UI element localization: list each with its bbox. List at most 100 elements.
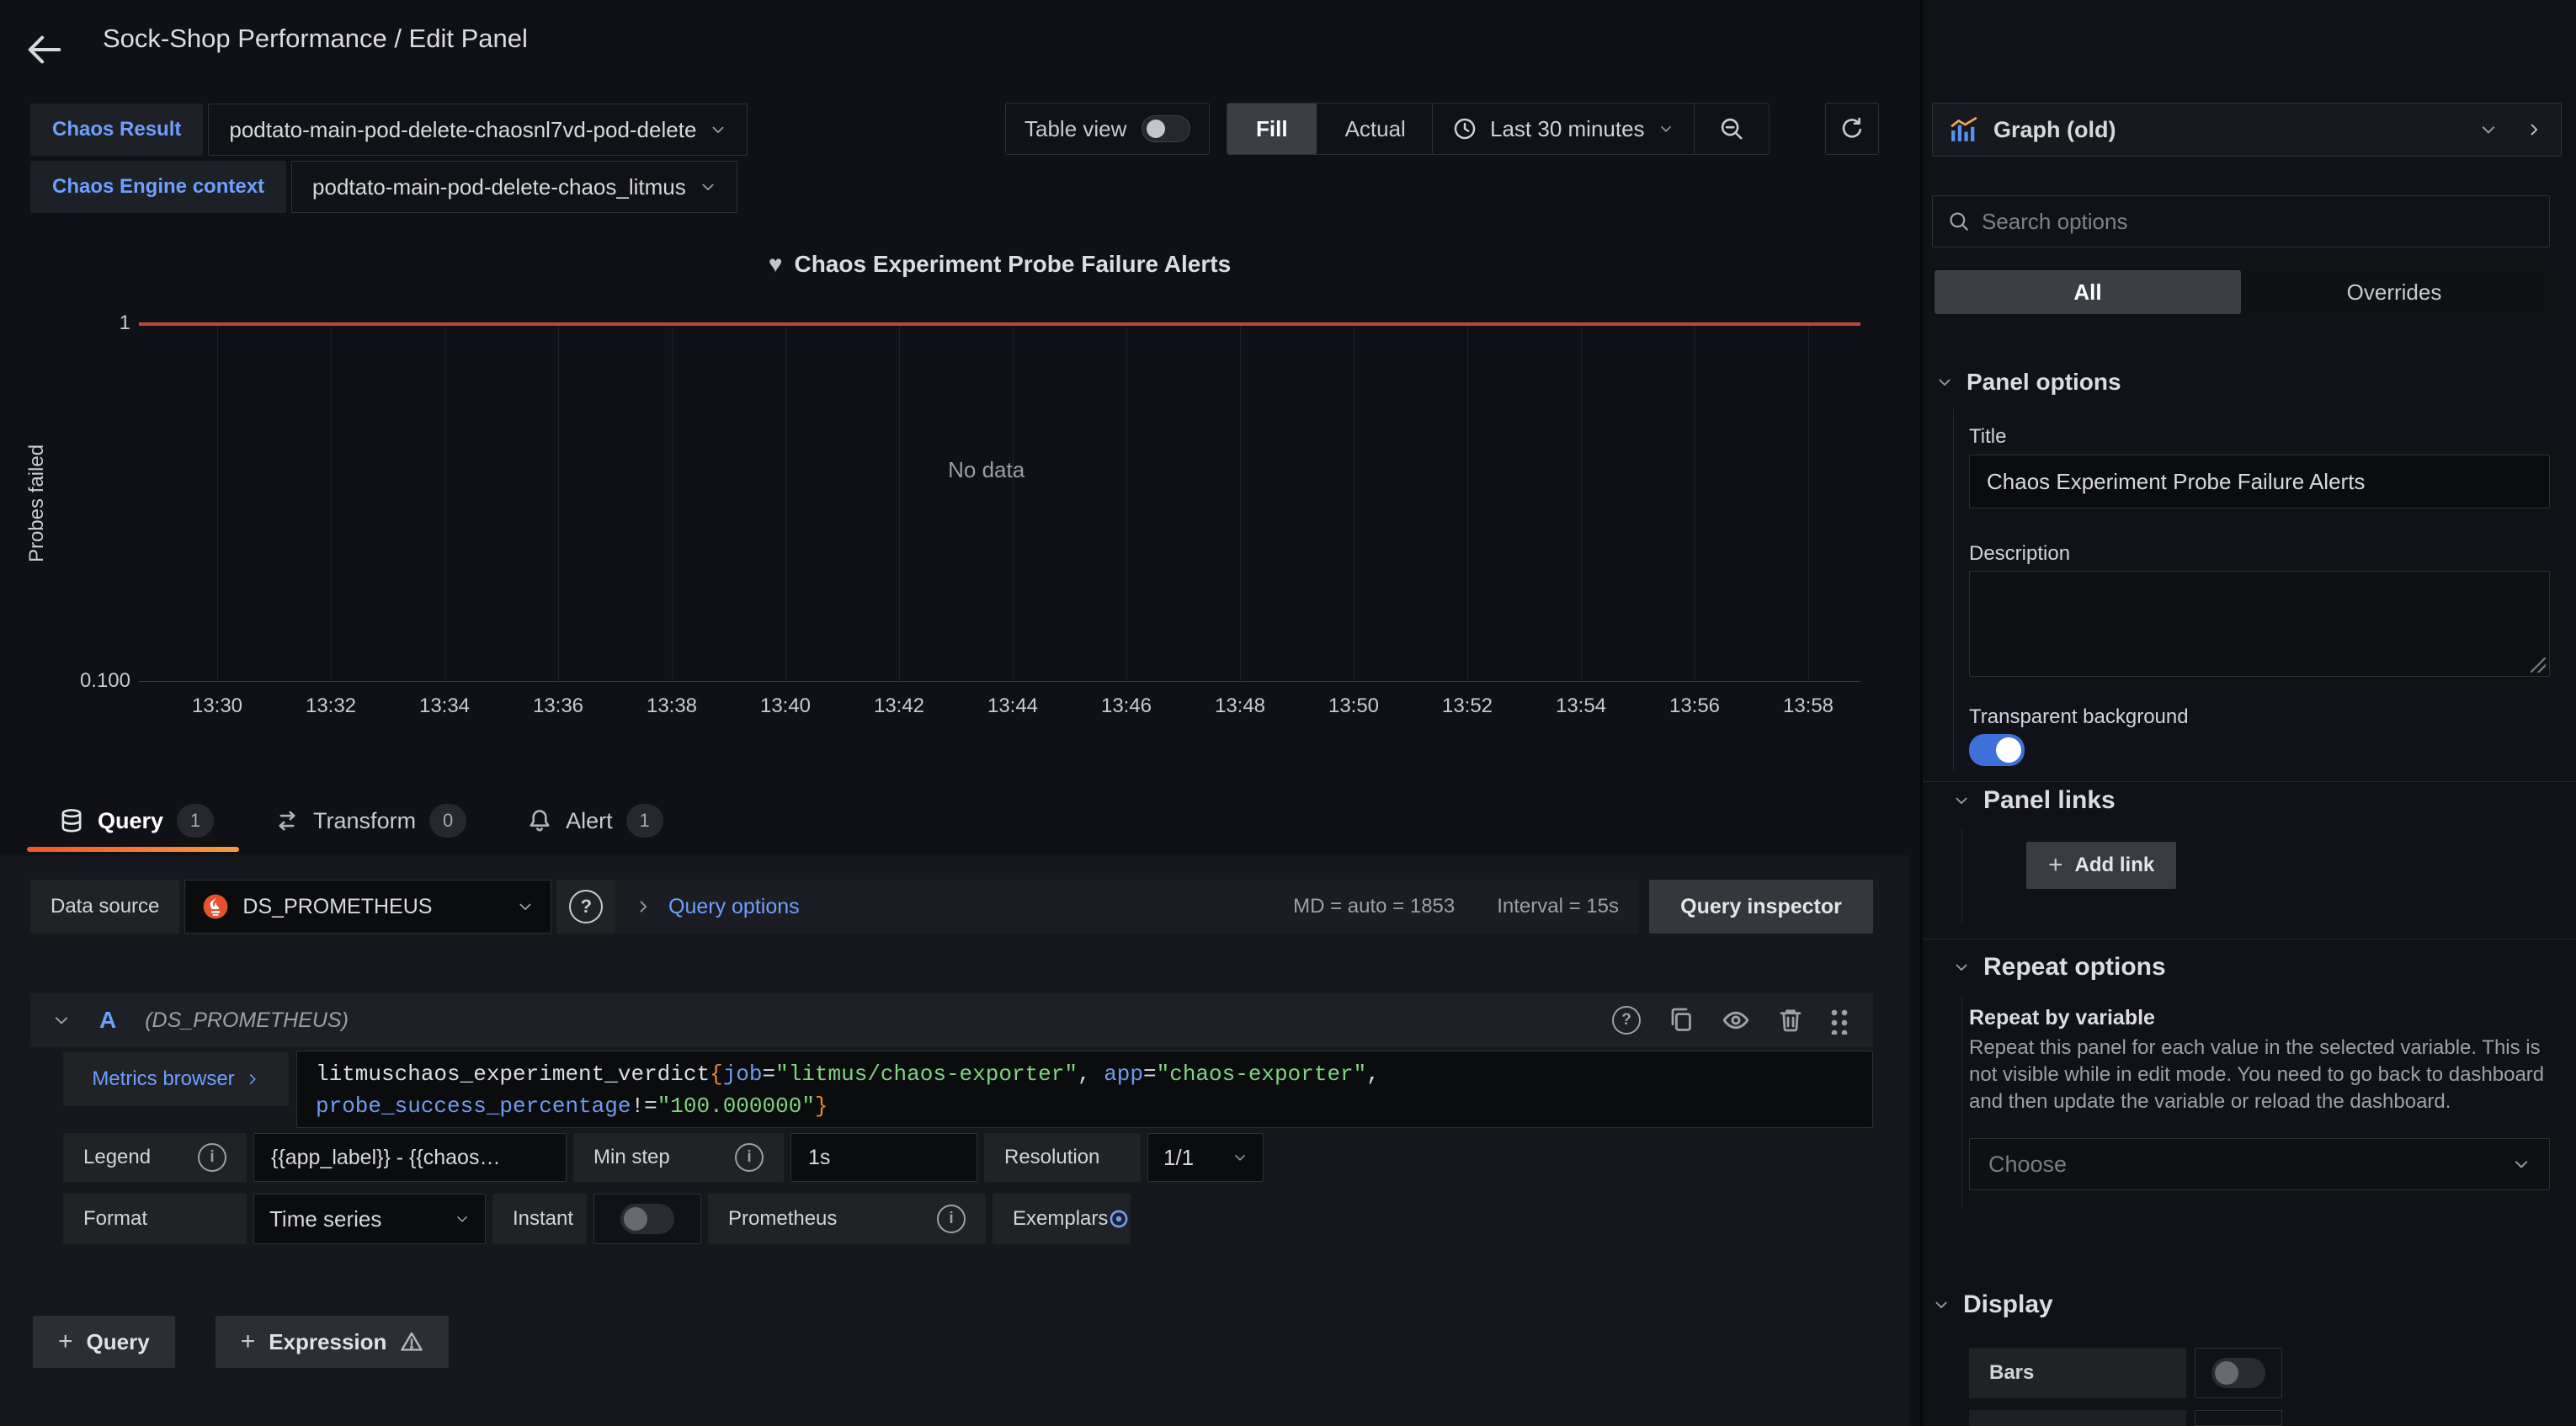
eye-icon[interactable] <box>1722 1006 1750 1035</box>
section-guide <box>1953 409 1954 771</box>
query-row-header[interactable]: A (DS_PROMETHEUS) ? <box>30 993 1873 1047</box>
x-axis-tick: 13:54 <box>1556 694 1606 718</box>
metrics-browser-label: Metrics browser <box>92 1067 234 1091</box>
add-expression-button[interactable]: + Expression <box>216 1316 450 1368</box>
section-heading: Panel links <box>1983 786 2116 815</box>
panel-description-textarea[interactable] <box>1969 571 2550 677</box>
refresh-icon <box>1839 116 1865 141</box>
info-icon: i <box>937 1205 966 1233</box>
chevron-down-icon <box>710 121 726 138</box>
exemplars-label: Exemplars <box>1013 1207 1108 1231</box>
gridline <box>558 326 559 681</box>
variable-value-dropdown[interactable]: podtato-main-pod-delete-chaosnl7vd-pod-d… <box>208 104 748 156</box>
filter-tab-overrides[interactable]: Overrides <box>2241 270 2547 314</box>
search-icon <box>1948 210 1970 232</box>
tab-alert[interactable]: Alert 1 <box>527 795 663 847</box>
expression-line-1: litmuschaos_experiment_verdict{job="litm… <box>316 1058 1854 1090</box>
refresh-button[interactable] <box>1825 103 1879 155</box>
variable-chaos-engine-context: Chaos Engine context podtato-main-pod-de… <box>30 161 737 213</box>
editor-tabs: Query 1 Transform 0 Alert 1 <box>59 795 663 847</box>
datasource-help-button[interactable]: ? <box>556 880 615 934</box>
query-options-link[interactable]: Query options <box>668 895 800 919</box>
add-query-button[interactable]: + Query <box>33 1316 175 1368</box>
chevron-down-icon <box>2512 1155 2531 1173</box>
table-view-toggle[interactable] <box>1142 115 1190 142</box>
panel-options-header[interactable]: Panel options <box>1936 369 2121 396</box>
x-axis-tick: 13:56 <box>1669 694 1720 718</box>
max-data-points: MD = auto = 1853 <box>1293 895 1455 918</box>
datasource-label: Data source <box>30 880 179 934</box>
resolution-label-box: Resolution <box>984 1133 1141 1182</box>
actual-option[interactable]: Actual <box>1317 104 1434 154</box>
variable-value-dropdown[interactable]: podtato-main-pod-delete-chaos_litmus <box>291 161 737 213</box>
clipped-option-toggle-field <box>2195 1410 2282 1426</box>
gridline <box>217 326 218 681</box>
plus-icon: + <box>2048 851 2063 880</box>
legend-label-box: Legend i <box>63 1133 247 1182</box>
time-range-button[interactable]: Last 30 minutes <box>1433 104 1694 154</box>
promql-expression-input[interactable]: litmuschaos_experiment_verdict{job="litm… <box>296 1051 1873 1128</box>
options-search-input[interactable] <box>1982 209 2534 235</box>
info-icon: i <box>735 1143 764 1172</box>
chevron-down-icon <box>52 1011 71 1030</box>
format-dropdown[interactable]: Time series <box>253 1194 486 1244</box>
back-arrow-icon[interactable] <box>25 30 64 69</box>
legend-label: Legend <box>83 1146 151 1169</box>
metrics-browser-button[interactable]: Metrics browser <box>63 1052 289 1106</box>
query-inspector-button[interactable]: Query inspector <box>1649 880 1873 934</box>
add-link-button[interactable]: + Add link <box>2026 842 2176 889</box>
display-section-header[interactable]: Display <box>1933 1290 2053 1319</box>
exemplars-icon[interactable] <box>1108 1208 1130 1230</box>
section-guide <box>1961 997 1962 1207</box>
chevron-down-icon <box>1936 374 1953 391</box>
duplicate-icon[interactable] <box>1668 1006 1695 1035</box>
chevron-down-icon <box>1953 792 1970 809</box>
x-axis-tick: 13:32 <box>306 694 356 718</box>
instant-toggle-field <box>593 1194 701 1244</box>
chevron-down-icon <box>2479 120 2498 139</box>
prometheus-label-box: Prometheus i <box>708 1194 986 1244</box>
gridline <box>1126 326 1127 681</box>
collapse-options-pane-button[interactable] <box>2506 103 2562 157</box>
tab-query[interactable]: Query 1 <box>59 795 214 847</box>
x-axis-tick: 13:42 <box>874 694 924 718</box>
grafana-edit-panel: { "header": { "title": "Sock-Shop Perfor… <box>0 0 2576 1426</box>
visualization-picker[interactable]: Graph (old) <box>1932 103 2515 157</box>
panel-links-header[interactable]: Panel links <box>1953 786 2116 815</box>
repeat-variable-dropdown[interactable]: Choose <box>1969 1138 2550 1190</box>
repeat-options-header[interactable]: Repeat options <box>1953 953 2166 982</box>
resize-handle[interactable] <box>2531 657 2546 673</box>
gridline <box>331 326 332 681</box>
x-axis-tick: 13:38 <box>647 694 697 718</box>
query-options-strip: Query options MD = auto = 1853 Interval … <box>615 880 1639 934</box>
prometheus-label: Prometheus <box>728 1207 837 1231</box>
variable-value-text: podtato-main-pod-delete-chaos_litmus <box>312 174 686 200</box>
add-link-label: Add link <box>2075 854 2155 877</box>
help-icon[interactable]: ? <box>1612 1006 1641 1035</box>
trash-icon[interactable] <box>1777 1006 1804 1035</box>
active-tab-underline <box>27 847 239 852</box>
transparent-background-toggle[interactable] <box>1969 734 2025 766</box>
format-value: Time series <box>269 1206 381 1232</box>
tab-transform[interactable]: Transform 0 <box>274 795 466 847</box>
zoom-out-button[interactable] <box>1695 104 1769 154</box>
legend-input[interactable]: {{app_label}} - {{chaos… <box>253 1133 567 1182</box>
section-heading: Panel options <box>1967 369 2121 396</box>
panel-title-input[interactable] <box>1969 455 2550 508</box>
min-step-input[interactable]: 1s <box>790 1133 977 1182</box>
chart-panel-title: ♥Chaos Experiment Probe Failure Alerts <box>139 251 1860 278</box>
bars-toggle[interactable] <box>2211 1358 2265 1388</box>
chevron-down-icon <box>1658 121 1674 136</box>
clipped-option-label-box <box>1969 1410 2186 1426</box>
min-step-label: Min step <box>593 1146 670 1169</box>
info-icon: i <box>198 1143 226 1172</box>
drag-handle-icon[interactable] <box>1831 1006 1851 1035</box>
add-expression-label: Expression <box>269 1329 386 1355</box>
fill-option[interactable]: Fill <box>1227 104 1317 154</box>
filter-tab-all[interactable]: All <box>1935 270 2241 314</box>
instant-toggle[interactable] <box>620 1204 674 1234</box>
min-step-value: 1s <box>808 1146 830 1170</box>
datasource-select[interactable]: DS_PROMETHEUS <box>184 880 551 934</box>
y-axis-tick: 0.100 <box>80 669 130 693</box>
resolution-dropdown[interactable]: 1/1 <box>1147 1133 1264 1182</box>
